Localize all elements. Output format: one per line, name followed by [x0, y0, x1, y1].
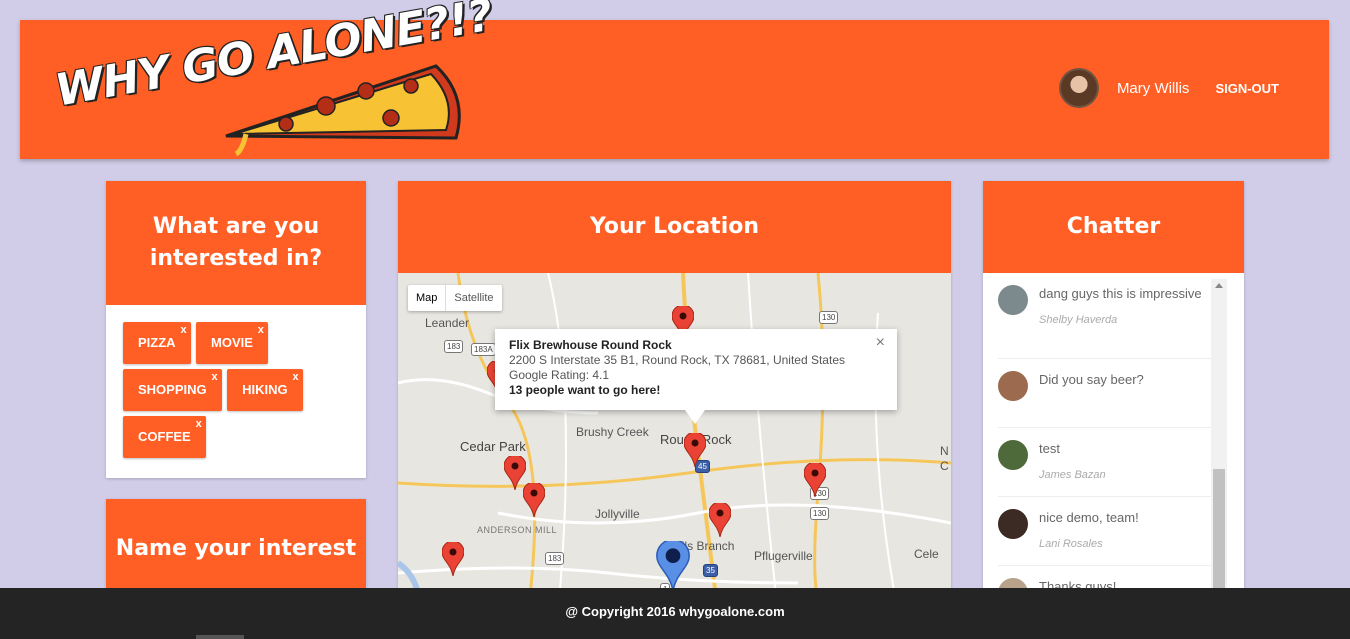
avatar[interactable] — [1058, 68, 1099, 108]
highway-shield: 183 — [545, 552, 565, 565]
chat-author: James Bazan — [1039, 469, 1106, 481]
tag-label: HIKING — [242, 382, 288, 397]
name-interest-title: Name your interest — [106, 499, 366, 599]
chat-author: Shelby Haverda — [1039, 314, 1118, 326]
chat-text: dang guys this is impressive — [1039, 286, 1202, 301]
map-type-toggle: Map Satellite — [408, 285, 502, 311]
map[interactable]: Map Satellite Leander Cedar Park Brushy … — [398, 273, 951, 613]
place-label: Brushy Creek — [576, 425, 649, 439]
map-type-map[interactable]: Map — [408, 285, 447, 311]
remove-tag-icon[interactable]: x — [180, 309, 186, 351]
map-marker-icon[interactable] — [523, 483, 545, 517]
user-name[interactable]: Mary Willis — [1117, 80, 1190, 97]
chat-author: Lani Rosales — [1039, 538, 1103, 550]
info-window-tail — [685, 410, 705, 424]
footer-decoration — [196, 635, 244, 639]
tag-label: PIZZA — [138, 335, 176, 350]
footer: @ Copyright 2016 whygoalone.com — [0, 588, 1350, 639]
interest-tag-movie[interactable]: MOVIE x — [196, 322, 268, 364]
app-header: WHY GO ALONE?!? Mary Willis SIGN-OUT — [20, 0, 1329, 159]
chat-text: test — [1039, 441, 1060, 456]
site-logo[interactable]: WHY GO ALONE?!? — [52, 0, 496, 156]
place-attendance: 13 people want to go here! — [509, 383, 661, 397]
place-info-window: Flix Brewhouse Round Rock 2200 S Interst… — [495, 329, 897, 424]
chat-text: Did you say beer? — [1039, 372, 1144, 387]
chat-message: nice demo, team! Lani Rosales — [998, 497, 1227, 566]
place-address: 2200 S Interstate 35 B1, Round Rock, TX … — [509, 353, 845, 367]
interest-tags: PIZZA x MOVIE x SHOPPING x HIKING x COFFEE x — [106, 305, 366, 463]
avatar[interactable] — [998, 440, 1028, 470]
place-rating: Google Rating: 4.1 — [509, 368, 610, 382]
chatter-title: Chatter — [983, 181, 1244, 273]
remove-tag-icon[interactable]: x — [292, 356, 298, 398]
map-type-satellite[interactable]: Satellite — [446, 285, 501, 311]
remove-tag-icon[interactable]: x — [196, 403, 202, 445]
interest-tag-coffee[interactable]: COFFEE x — [123, 416, 206, 458]
avatar[interactable] — [998, 285, 1028, 315]
remove-tag-icon[interactable]: x — [258, 309, 264, 351]
location-title: Your Location — [398, 181, 951, 273]
chat-message: test James Bazan — [998, 428, 1227, 497]
interest-tag-pizza[interactable]: PIZZA x — [123, 322, 191, 364]
highway-shield: 183A — [471, 343, 496, 356]
scroll-up-icon[interactable] — [1215, 283, 1223, 288]
map-marker-icon[interactable] — [709, 503, 731, 537]
place-label: Leander — [425, 316, 470, 330]
tag-label: COFFEE — [138, 429, 191, 444]
place-label: Pflugerville — [754, 549, 813, 563]
chat-message: Did you say beer? — [998, 359, 1227, 428]
highway-shield: 183 — [444, 340, 464, 353]
map-marker-icon[interactable] — [684, 433, 706, 467]
avatar[interactable] — [998, 371, 1028, 401]
place-label: C — [940, 459, 949, 473]
interests-title: What are you interested in? — [106, 181, 366, 305]
map-marker-icon[interactable] — [804, 463, 826, 497]
tag-label: SHOPPING — [138, 382, 207, 397]
chat-message: dang guys this is impressive Shelby Have… — [998, 273, 1227, 359]
interest-tag-shopping[interactable]: SHOPPING x — [123, 369, 222, 411]
place-label: ANDERSON MILL — [477, 525, 558, 535]
place-label: N — [940, 444, 949, 458]
place-name: Flix Brewhouse Round Rock — [509, 338, 672, 352]
user-menu: Mary Willis SIGN-OUT — [1058, 68, 1279, 108]
location-card: Your Location Map Satellite Leander Ceda… — [398, 181, 951, 613]
chat-text: nice demo, team! — [1039, 510, 1139, 525]
interest-tag-hiking[interactable]: HIKING x — [227, 369, 303, 411]
place-label: Cedar Park — [460, 439, 526, 454]
highway-shield: 35 — [703, 564, 718, 577]
scrollbar-thumb[interactable] — [1213, 469, 1225, 599]
highway-shield: 130 — [819, 311, 839, 324]
place-label: Cele — [914, 547, 939, 561]
chatter-card: Chatter dang guys this is impressive She… — [983, 181, 1244, 611]
chat-scrollbar[interactable] — [1211, 279, 1227, 611]
avatar[interactable] — [998, 509, 1028, 539]
current-location-marker-icon[interactable] — [656, 541, 690, 591]
place-label: Jollyville — [595, 507, 640, 521]
close-icon[interactable]: × — [876, 335, 885, 351]
pizza-slice-icon — [225, 64, 461, 156]
tag-label: MOVIE — [211, 335, 253, 350]
chat-list[interactable]: dang guys this is impressive Shelby Have… — [983, 273, 1227, 611]
signout-button[interactable]: SIGN-OUT — [1215, 81, 1279, 96]
remove-tag-icon[interactable]: x — [212, 356, 218, 398]
interests-card: What are you interested in? PIZZA x MOVIE… — [106, 181, 366, 478]
map-marker-icon[interactable] — [442, 542, 464, 576]
highway-shield: 130 — [810, 507, 830, 520]
copyright-text: @ Copyright 2016 whygoalone.com — [565, 604, 785, 619]
